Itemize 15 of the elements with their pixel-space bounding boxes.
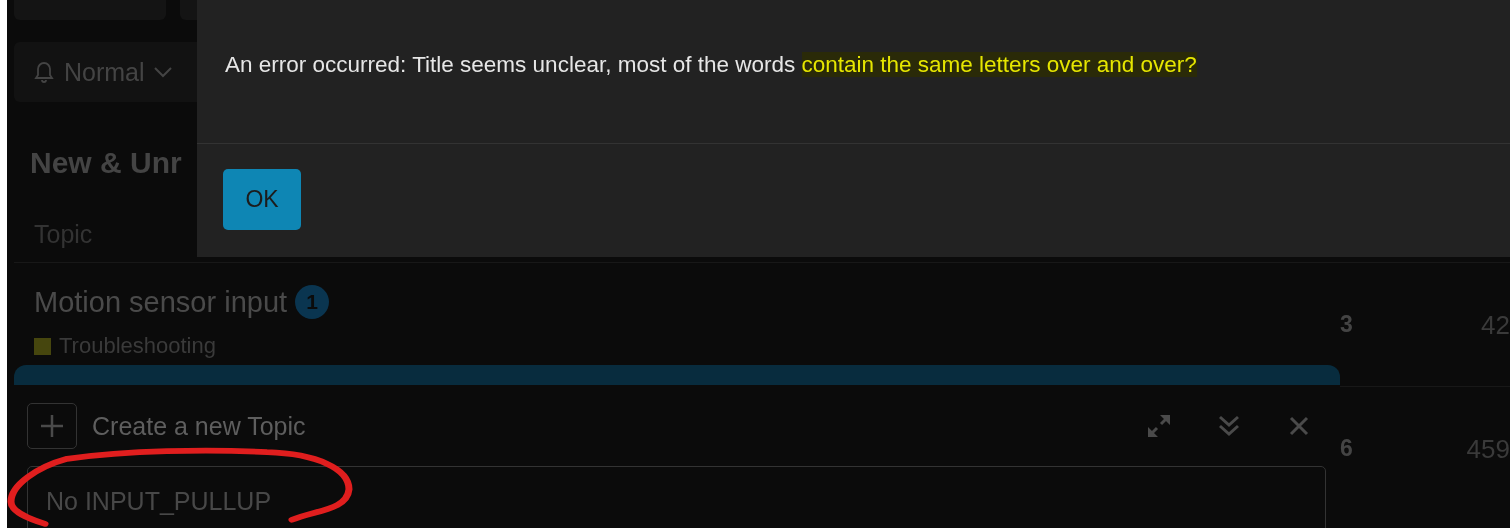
table-cell: 3 [1340,311,1353,337]
composer-title: Create a new Topic [92,411,307,441]
new-topic-button[interactable] [27,403,77,449]
topic-title-link[interactable]: Motion sensor input [34,285,288,319]
chevron-icon [152,65,173,79]
ok-button[interactable]: OK [223,169,301,230]
list-title: New & Unr [30,146,183,181]
collapse-icon[interactable] [1216,413,1242,439]
plus-icon [39,413,65,439]
unread-badge: 1 [295,285,330,319]
error-message: An error occurred: Title seems unclear, most of the words contain the same letters over and over? [225,52,1198,78]
title-input-field[interactable]: No INPUT_PULLUP [27,466,1326,528]
fullscreen-icon[interactable] [1146,413,1172,439]
bell-icon [32,59,56,85]
table-cell: 6 [1340,435,1353,461]
